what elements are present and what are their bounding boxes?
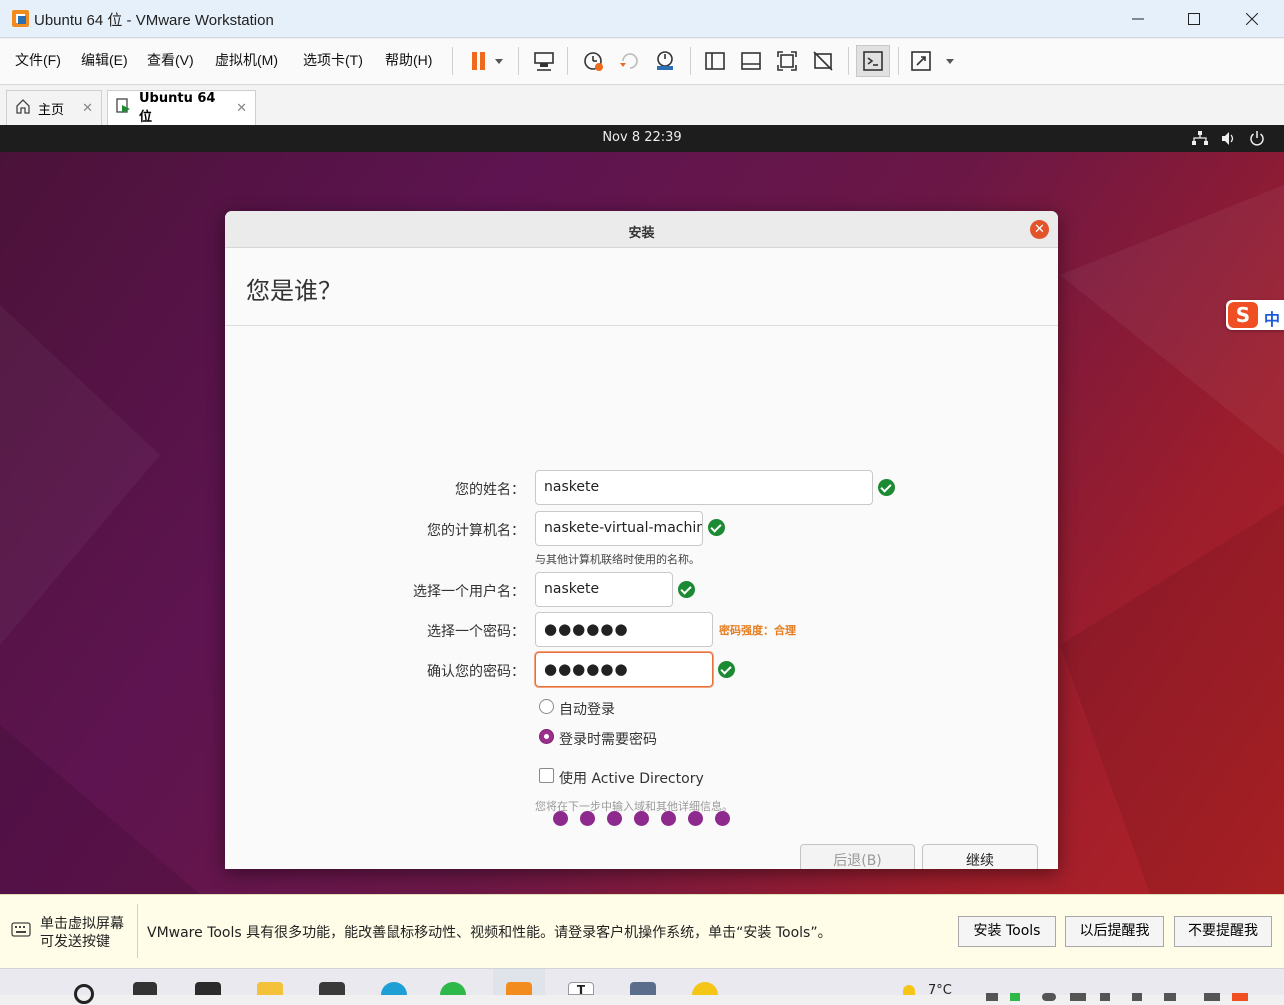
task-view-icon[interactable] [133, 982, 157, 995]
confirm-password-input[interactable]: ●●●●●● [535, 652, 713, 687]
menu-vm[interactable]: 虚拟机(M) [215, 50, 278, 70]
toolbar-separator [690, 47, 691, 75]
confirm-password-label: 确认您的密码： [427, 664, 525, 680]
full-screen-icon[interactable] [770, 45, 804, 77]
name-valid-check-icon [878, 479, 895, 496]
keyboard-icon [11, 921, 31, 943]
snapshot-manager-icon[interactable] [648, 45, 682, 77]
dialog-close-button[interactable]: ✕ [1030, 220, 1049, 239]
tab-ubuntu-vm[interactable]: Ubuntu 64 位 ✕ [107, 90, 256, 125]
tools-hint-line2: 可发送按键 [40, 934, 110, 950]
back-button[interactable]: 后退(B) [800, 844, 915, 869]
ubuntu-clock[interactable]: Nov 8 22:39 [0, 130, 1284, 145]
weather-icon [903, 985, 915, 995]
divider [137, 904, 138, 958]
ime-mode-label: 中 [1264, 310, 1281, 329]
username-valid-check-icon [678, 581, 695, 598]
search-icon[interactable] [74, 984, 94, 1004]
dialog-title: 安装 [628, 226, 655, 241]
progress-dot [715, 811, 730, 826]
tab-vm-label: Ubuntu 64 位 [139, 91, 216, 125]
remind-later-button[interactable]: 以后提醒我 [1065, 916, 1164, 947]
home-icon [15, 98, 31, 118]
auto-login-label[interactable]: 自动登录 [559, 699, 615, 719]
vmware-app-icon [11, 9, 30, 28]
computer-name-label: 您的计算机名： [427, 523, 525, 539]
tab-home[interactable]: 主页 ✕ [6, 90, 102, 125]
network-icon[interactable] [1192, 131, 1208, 150]
vm-icon [116, 98, 132, 118]
send-ctrl-alt-del-icon[interactable] [527, 45, 561, 77]
power-icon[interactable] [1249, 130, 1265, 150]
maximize-button[interactable] [1168, 4, 1220, 34]
confirm-valid-check-icon [718, 661, 735, 678]
active-directory-checkbox[interactable] [539, 768, 554, 783]
tools-hint-line1: 单击虚拟屏幕 [40, 916, 124, 932]
tab-close-icon[interactable]: ✕ [82, 101, 93, 116]
volume-icon[interactable] [1221, 131, 1237, 150]
password-strength-label: 密码强度：合理 [719, 624, 796, 637]
page-heading: 您是谁？ [246, 277, 342, 305]
progress-dot [580, 811, 595, 826]
console-view-icon[interactable] [856, 45, 890, 77]
guest-screen[interactable]: Nov 8 22:39 S 中 安装 ✕ 您是谁？ 您的姓名： naskete … [0, 125, 1284, 894]
username-label: 选择一个用户名： [413, 584, 525, 600]
progress-dot [688, 811, 703, 826]
window-title: Ubuntu 64 位 - VMware Workstation [34, 12, 274, 29]
menu-view[interactable]: 查看(V) [147, 50, 194, 70]
snapshot-icon[interactable] [576, 45, 610, 77]
tools-message: VMware Tools 具有很多功能，能改善鼠标移动性、视频和性能。请登录客户… [147, 925, 832, 941]
window-close-button[interactable] [1226, 4, 1278, 34]
tab-home-label: 主页 [38, 102, 65, 118]
progress-dot [661, 811, 676, 826]
ime-indicator[interactable]: S 中 [1226, 300, 1284, 330]
require-password-radio[interactable] [539, 729, 554, 744]
calculator-icon[interactable] [630, 982, 656, 995]
name-label: 您的姓名： [455, 482, 525, 498]
computer-name-input[interactable]: naskete-virtual-machin [535, 511, 703, 546]
computer-valid-check-icon [708, 519, 725, 536]
thumbnail-view-icon[interactable] [734, 45, 768, 77]
password-label: 选择一个密码： [427, 624, 525, 640]
password-input[interactable]: ●●●●●● [535, 612, 713, 647]
active-directory-label[interactable]: 使用 Active Directory [559, 768, 704, 788]
continue-button[interactable]: 继续 [922, 844, 1038, 869]
weather-temperature[interactable]: 7°C [928, 983, 952, 998]
toolbar-separator [848, 47, 849, 75]
computer-name-hint: 与其他计算机联络时使用的名称。 [535, 553, 700, 566]
toolbar-separator [452, 47, 453, 75]
require-password-label[interactable]: 登录时需要密码 [559, 729, 657, 749]
menu-help[interactable]: 帮助(H) [385, 50, 432, 70]
terminal-icon[interactable] [319, 982, 345, 995]
installer-dialog: 安装 ✕ 您是谁？ 您的姓名： naskete 您的计算机名： naskete-… [225, 211, 1058, 869]
pause-icon[interactable] [460, 45, 512, 77]
sogou-logo-icon: S [1228, 302, 1258, 328]
toolbar-separator [898, 47, 899, 75]
library-view-icon[interactable] [698, 45, 732, 77]
briefcase-icon[interactable] [195, 982, 221, 995]
toolbar-separator [567, 47, 568, 75]
never-remind-button[interactable]: 不要提醒我 [1174, 916, 1272, 947]
minimize-button[interactable] [1112, 4, 1164, 34]
progress-dot [553, 811, 568, 826]
menu-tabs[interactable]: 选项卡(T) [303, 50, 363, 70]
progress-dot [607, 811, 622, 826]
progress-dot [634, 811, 649, 826]
menu-file[interactable]: 文件(F) [15, 50, 61, 70]
vmware-taskbar-icon[interactable] [506, 982, 532, 995]
menu-edit[interactable]: 编辑(E) [81, 50, 128, 70]
name-input[interactable]: naskete [535, 470, 873, 505]
typora-icon[interactable]: T [568, 982, 594, 997]
auto-login-radio[interactable] [539, 699, 554, 714]
username-input[interactable]: naskete [535, 572, 673, 607]
tab-close-icon[interactable]: ✕ [236, 101, 247, 116]
file-explorer-icon[interactable] [257, 982, 283, 995]
divider [225, 325, 1058, 326]
unity-mode-icon[interactable] [806, 45, 840, 77]
stretch-guest-icon[interactable] [906, 45, 958, 77]
toolbar-separator [518, 47, 519, 75]
revert-snapshot-icon[interactable] [612, 45, 646, 77]
system-tray[interactable] [982, 986, 1282, 1001]
install-tools-button[interactable]: 安装 Tools [958, 916, 1056, 947]
